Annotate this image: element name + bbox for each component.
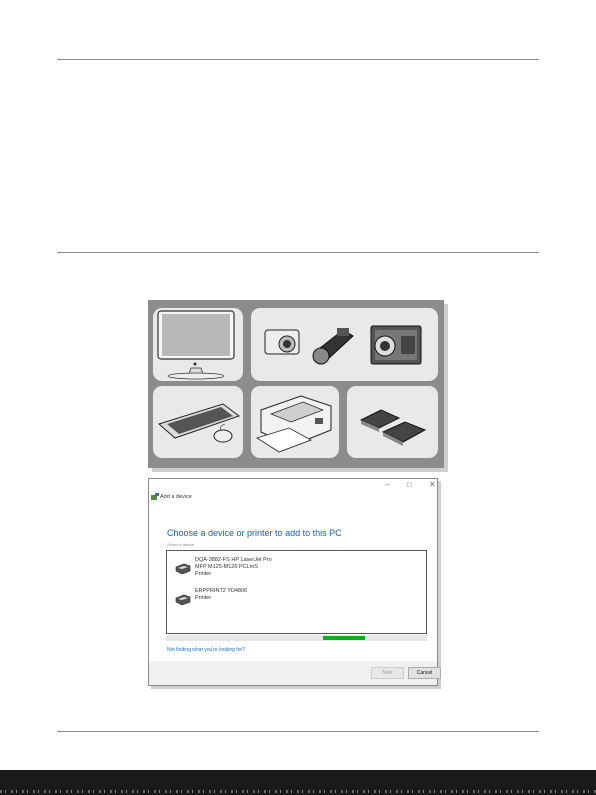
keyboard-mouse-icon <box>157 403 241 443</box>
add-device-icon <box>151 493 159 500</box>
devices-illustration <box>148 300 444 468</box>
page-footer-band <box>0 770 596 795</box>
device-type: Printer <box>195 571 212 577</box>
bottom-rule <box>57 731 539 732</box>
add-device-dialog: – □ ✕ Add a device Choose a device or pr… <box>148 478 441 686</box>
dialog-subheading: Select a device <box>167 542 195 547</box>
camera-camcorder-projector-icon <box>264 325 422 365</box>
next-button[interactable]: Next <box>371 667 404 679</box>
device-name: ERPPRINT2 YD4806 <box>195 588 248 594</box>
dialog-heading: Choose a device or printer to add to thi… <box>167 528 342 538</box>
keyboard-panel <box>153 386 243 458</box>
device-item[interactable]: DQA-3882-FS HP LaserJet Pro MFP M125-M12… <box>175 557 405 581</box>
device-list: DQA-3882-FS HP LaserJet Pro MFP M125-M12… <box>166 550 427 634</box>
printer-panel <box>251 386 339 458</box>
printer-icon <box>175 594 191 605</box>
mid-rule <box>57 252 539 253</box>
not-finding-link[interactable]: Not finding what you're looking for? <box>167 647 245 653</box>
monitor-icon <box>157 310 235 380</box>
device-item[interactable]: ERPPRINT2 YD4806 Printer <box>175 588 405 612</box>
close-button[interactable]: ✕ <box>429 480 436 490</box>
printer-icon <box>256 395 332 453</box>
dialog-footer: Next Cancel <box>149 661 441 685</box>
footer-texture <box>0 790 596 793</box>
top-rule <box>57 59 539 60</box>
printer-icon <box>175 563 191 574</box>
device-type: Printer <box>195 595 212 601</box>
camera-panel <box>251 308 438 381</box>
minimize-button[interactable]: – <box>385 480 389 490</box>
device-model: MFP M125-M126 PCLmS <box>195 564 258 570</box>
memory-card-icon <box>359 409 427 446</box>
maximize-button[interactable]: □ <box>407 480 412 490</box>
cancel-button[interactable]: Cancel <box>408 667 441 679</box>
cards-panel <box>347 386 438 458</box>
search-progress-bar <box>166 635 427 641</box>
monitor-panel <box>153 308 243 381</box>
progress-fill <box>323 636 365 640</box>
dialog-title: Add a device <box>160 494 192 500</box>
device-name: DQA-3882-FS HP LaserJet Pro <box>195 557 272 563</box>
